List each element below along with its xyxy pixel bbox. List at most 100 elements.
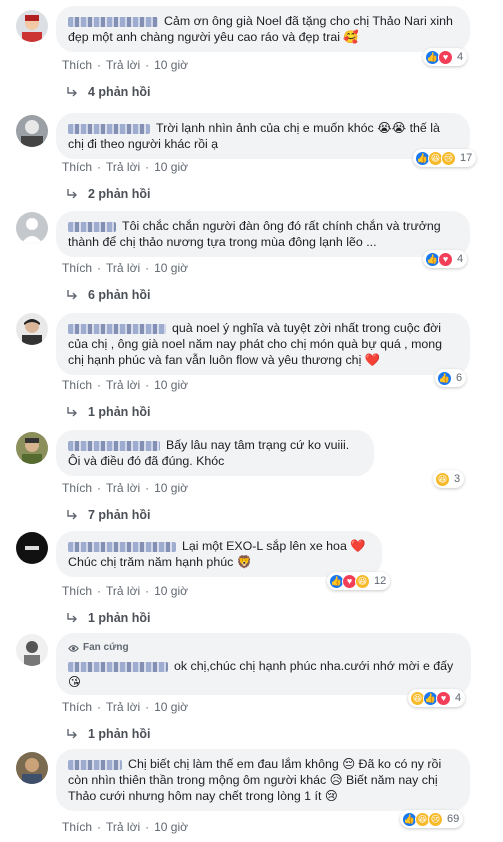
comment-bubble: Trời lạnh nhìn ảnh của chị e muốn khóc 😭…: [56, 113, 470, 159]
author-name[interactable]: [68, 440, 160, 451]
like-reaction-icon: 👍: [437, 370, 452, 386]
avatar[interactable]: [16, 432, 48, 464]
reply-link[interactable]: Trả lời: [106, 378, 140, 392]
reply-arrow-icon: [67, 290, 77, 300]
reply-link[interactable]: Trả lời: [106, 584, 140, 598]
avatar[interactable]: [16, 532, 48, 564]
comment-actions: Thích · Trả lời · 10 giờ: [62, 58, 188, 72]
timestamp[interactable]: 10 giờ: [154, 481, 188, 495]
like-link[interactable]: Thích: [62, 820, 92, 834]
replies-count: 4 phản hồi: [88, 85, 151, 99]
reaction-count: 4: [457, 253, 464, 265]
comment-bubble: Tôi chắc chắn người đàn ông đó rất chính…: [56, 211, 470, 257]
badge-row: Fan cứng: [68, 640, 459, 656]
comment-actions: Thích · Trả lời · 10 giờ: [62, 820, 188, 834]
avatar[interactable]: [16, 10, 48, 42]
author-name[interactable]: [68, 221, 116, 232]
reply-link[interactable]: Trả lời: [106, 160, 140, 174]
reaction-summary[interactable]: 👍 😆 😢 69: [400, 810, 464, 828]
love-reaction-icon: ♥: [438, 251, 453, 267]
comment-actions: Thích · Trả lời · 10 giờ: [62, 584, 188, 598]
reaction-count: 3: [454, 473, 461, 485]
avatar[interactable]: [16, 313, 48, 345]
sad-reaction-icon: 😢: [441, 150, 456, 166]
view-replies-link[interactable]: 2 phản hồi: [66, 187, 151, 201]
timestamp[interactable]: 10 giờ: [154, 378, 188, 392]
love-reaction-icon: ♥: [438, 49, 453, 65]
reply-arrow-icon: [67, 729, 77, 739]
sad-reaction-icon: 😢: [428, 811, 443, 827]
view-replies-link[interactable]: 1 phản hồi: [66, 727, 151, 741]
view-replies-link[interactable]: 7 phản hồi: [66, 508, 151, 522]
haha-reaction-icon: 😆: [435, 471, 450, 487]
comment-actions: Thích · Trả lời · 10 giờ: [62, 378, 188, 392]
like-link[interactable]: Thích: [62, 700, 92, 714]
author-name[interactable]: [68, 16, 158, 27]
like-link[interactable]: Thích: [62, 261, 92, 275]
like-link[interactable]: Thích: [62, 584, 92, 598]
reaction-summary[interactable]: 👍 😆 😢 17: [413, 149, 477, 167]
author-name[interactable]: [68, 323, 166, 334]
comment-bubble: quà noel ý nghĩa và tuyệt zời nhất trong…: [56, 313, 470, 375]
comment-bubble: Fan cứng ok chị,chúc chị hạnh phúc nha.c…: [56, 633, 471, 695]
timestamp[interactable]: 10 giờ: [154, 820, 188, 834]
reaction-summary[interactable]: 👍 6: [435, 369, 467, 387]
comment-actions: Thích · Trả lời · 10 giờ: [62, 481, 188, 495]
reply-arrow-icon: [67, 87, 77, 97]
replies-count: 1 phản hồi: [88, 727, 151, 741]
timestamp[interactable]: 10 giờ: [154, 261, 188, 275]
avatar[interactable]: [16, 115, 48, 147]
reaction-count: 12: [374, 575, 387, 587]
reaction-summary[interactable]: 👍 ♥ 😆 12: [327, 572, 391, 590]
reply-arrow-icon: [67, 407, 77, 417]
timestamp[interactable]: 10 giờ: [154, 160, 188, 174]
timestamp[interactable]: 10 giờ: [154, 700, 188, 714]
reply-link[interactable]: Trả lời: [106, 820, 140, 834]
avatar[interactable]: [16, 752, 48, 784]
comment-actions: Thích · Trả lời · 10 giờ: [62, 700, 188, 714]
reply-link[interactable]: Trả lời: [106, 58, 140, 72]
timestamp[interactable]: 10 giờ: [154, 58, 188, 72]
author-name[interactable]: [68, 123, 150, 134]
timestamp[interactable]: 10 giờ: [154, 584, 188, 598]
like-link[interactable]: Thích: [62, 58, 92, 72]
comment-actions: Thích · Trả lời · 10 giờ: [62, 160, 188, 174]
author-name[interactable]: [68, 541, 176, 552]
replies-count: 1 phản hồi: [88, 611, 151, 625]
reply-arrow-icon: [67, 510, 77, 520]
replies-count: 7 phản hồi: [88, 508, 151, 522]
fan-badge-icon: [68, 644, 79, 652]
reaction-count: 69: [447, 813, 460, 825]
like-link[interactable]: Thích: [62, 160, 92, 174]
like-link[interactable]: Thích: [62, 481, 92, 495]
reaction-summary[interactable]: 👍 ♥ 4: [423, 48, 468, 66]
avatar[interactable]: [16, 634, 48, 666]
avatar[interactable]: [16, 212, 48, 244]
view-replies-link[interactable]: 1 phản hồi: [66, 611, 151, 625]
reaction-summary[interactable]: 👍 ♥ 4: [423, 250, 468, 268]
author-name[interactable]: [68, 759, 122, 770]
haha-reaction-icon: 😆: [355, 573, 370, 589]
replies-count: 6 phản hồi: [88, 288, 151, 302]
reply-link[interactable]: Trả lời: [106, 261, 140, 275]
comment-bubble: Chị biết chị làm thế em đau lắm không 😔 …: [56, 749, 470, 811]
reaction-count: 6: [456, 372, 463, 384]
badge-label: Fan cứng: [83, 642, 129, 653]
author-name[interactable]: [68, 661, 168, 672]
reply-link[interactable]: Trả lời: [106, 481, 140, 495]
reply-arrow-icon: [67, 613, 77, 623]
reaction-summary[interactable]: 😆 👍 ♥ 4: [408, 689, 466, 707]
comment-text: Tôi chắc chắn người đàn ông đó rất chính…: [68, 219, 441, 249]
reaction-count: 4: [455, 692, 462, 704]
like-link[interactable]: Thích: [62, 378, 92, 392]
reply-arrow-icon: [67, 189, 77, 199]
reaction-count: 17: [460, 152, 473, 164]
view-replies-link[interactable]: 4 phản hồi: [66, 85, 151, 99]
love-reaction-icon: ♥: [436, 690, 451, 706]
comment-text: Chị biết chị làm thế em đau lắm không 😔 …: [68, 757, 442, 803]
view-replies-link[interactable]: 1 phản hồi: [66, 405, 151, 419]
comment-actions: Thích · Trả lời · 10 giờ: [62, 261, 188, 275]
view-replies-link[interactable]: 6 phản hồi: [66, 288, 151, 302]
reply-link[interactable]: Trả lời: [106, 700, 140, 714]
reaction-summary[interactable]: 😆 3: [433, 470, 465, 488]
